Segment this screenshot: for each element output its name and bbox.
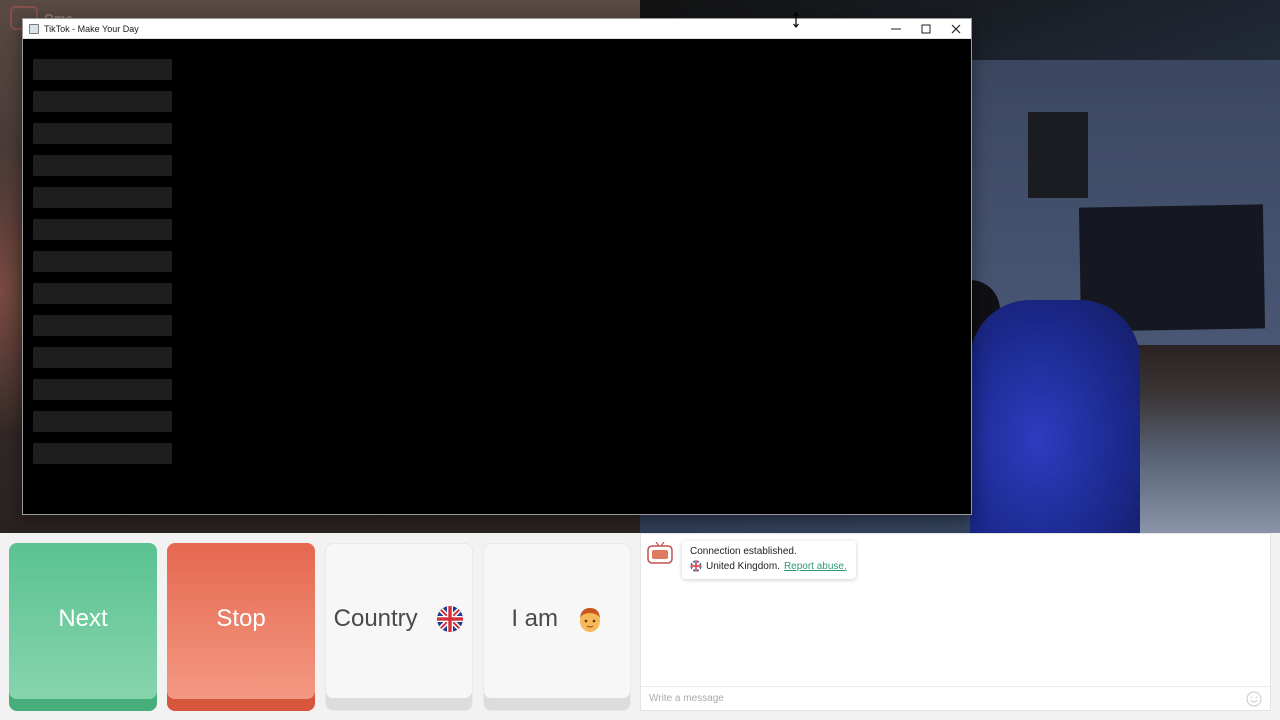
- system-message: Connection established. United Kingdom.: [682, 541, 856, 579]
- united-kingdom-flag-small-icon: [690, 560, 702, 572]
- next-label: Next: [58, 605, 108, 632]
- united-kingdom-flag-icon: [436, 605, 464, 633]
- skeleton-row: [33, 379, 172, 400]
- country-label: Country: [333, 604, 418, 632]
- skeleton-row: [33, 187, 172, 208]
- message-input[interactable]: [649, 693, 1229, 704]
- skeleton-row: [33, 155, 172, 176]
- next-button[interactable]: Next: [9, 543, 157, 711]
- emoji-picker-icon[interactable]: [1246, 691, 1262, 707]
- ome-tv-avatar-icon: [647, 542, 673, 564]
- stop-button[interactable]: Stop: [167, 543, 315, 711]
- stop-label: Stop: [216, 605, 266, 632]
- minimize-icon: [891, 28, 901, 30]
- i-am-label: I am: [511, 604, 558, 632]
- minimize-button[interactable]: [881, 19, 911, 39]
- stranger-country: United Kingdom.: [706, 560, 780, 572]
- chat-panel: Connection established. United Kingdom.: [640, 533, 1271, 711]
- maximize-button[interactable]: [911, 19, 941, 39]
- skeleton-row: [33, 315, 172, 336]
- skeleton-row: [33, 347, 172, 368]
- close-button[interactable]: [941, 19, 971, 39]
- maximize-icon: [921, 24, 931, 34]
- loading-skeleton-list: [33, 59, 173, 475]
- close-icon: [951, 24, 961, 34]
- skeleton-row: [33, 411, 172, 432]
- skeleton-row: [33, 251, 172, 272]
- boy-emoji-icon: [577, 605, 603, 633]
- i-am-label-wrap: I am: [511, 605, 602, 634]
- tiktok-window[interactable]: TikTok - Make Your Day: [22, 18, 972, 515]
- video-hoodie: [970, 300, 1140, 533]
- control-bar: Next Stop Country I am Connection establ…: [0, 533, 1280, 720]
- resize-cursor-icon: [793, 12, 799, 28]
- window-title: TikTok - Make Your Day: [44, 23, 139, 34]
- report-abuse-link[interactable]: Report abuse.: [784, 561, 847, 572]
- message-input-bar: [641, 686, 1270, 710]
- skeleton-row: [33, 219, 172, 240]
- skeleton-row: [33, 283, 172, 304]
- connection-status: Connection established.: [690, 546, 797, 557]
- skeleton-row: [33, 443, 172, 464]
- skeleton-row: [33, 91, 172, 112]
- country-label-wrap: Country: [334, 605, 465, 634]
- video-poster-small: [1028, 112, 1088, 198]
- window-titlebar[interactable]: TikTok - Make Your Day: [23, 19, 971, 39]
- i-am-button[interactable]: I am: [483, 543, 631, 711]
- skeleton-row: [33, 123, 172, 144]
- country-line: United Kingdom. Report abuse.: [690, 560, 848, 572]
- country-button[interactable]: Country: [325, 543, 473, 711]
- app-icon: [29, 23, 39, 34]
- window-controls: [881, 19, 971, 39]
- skeleton-row: [33, 59, 172, 80]
